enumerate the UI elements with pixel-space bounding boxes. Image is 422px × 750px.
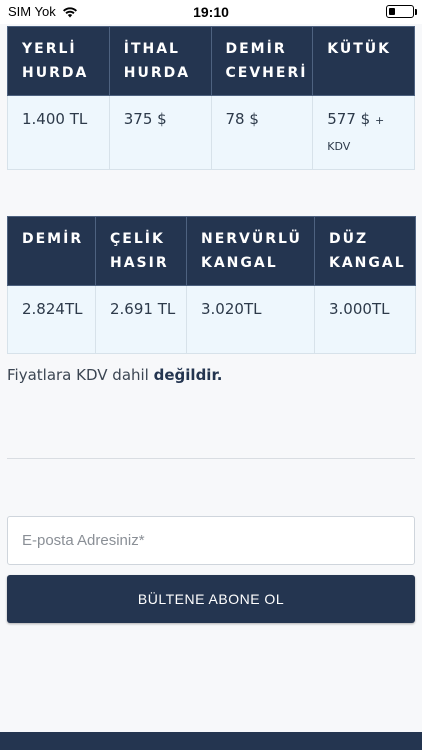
table-row: 1.400 TL 375 $ 78 $ 577 $ + KDV bbox=[7, 95, 415, 170]
column-header: KÜTÜK bbox=[312, 26, 415, 96]
footer-bar bbox=[0, 732, 422, 750]
status-bar: SIM Yok 19:10 bbox=[0, 0, 422, 24]
subscribe-button[interactable]: BÜLTENE ABONE OL bbox=[7, 575, 415, 623]
price-cell: 3.020TL bbox=[186, 285, 315, 354]
clock: 19:10 bbox=[193, 4, 229, 20]
price-cell-kutuk: 577 $ + KDV bbox=[312, 95, 415, 170]
email-input[interactable] bbox=[7, 516, 415, 565]
table-header-row: DEMİR ÇELİK HASIR NERVÜRLÜ KANGAL DÜZ KA… bbox=[7, 216, 416, 286]
column-header: İTHAL HURDA bbox=[108, 26, 212, 96]
column-header: DÜZ KANGAL bbox=[314, 216, 416, 286]
column-header: YERLİ HURDA bbox=[7, 26, 110, 96]
price-cell: 375 $ bbox=[108, 95, 212, 170]
price-cell: 3.000TL bbox=[314, 285, 416, 354]
price-cell: 2.691 TL bbox=[95, 285, 187, 354]
price-cell: 1.400 TL bbox=[7, 95, 110, 170]
divider bbox=[7, 458, 415, 459]
kdv-note-text: Fiyatlara KDV dahil bbox=[7, 366, 149, 384]
column-header: DEMİR bbox=[7, 216, 96, 286]
kutuk-price: 577 $ bbox=[327, 110, 371, 128]
table-header-row: YERLİ HURDA İTHAL HURDA DEMİR CEVHERİ KÜ… bbox=[7, 26, 415, 96]
column-header: DEMİR CEVHERİ bbox=[210, 26, 314, 96]
price-cell: 2.824TL bbox=[7, 285, 96, 354]
column-header: NERVÜRLÜ KANGAL bbox=[186, 216, 315, 286]
column-header: ÇELİK HASIR bbox=[95, 216, 187, 286]
scrap-price-table: YERLİ HURDA İTHAL HURDA DEMİR CEVHERİ KÜ… bbox=[7, 26, 415, 170]
steel-price-table: DEMİR ÇELİK HASIR NERVÜRLÜ KANGAL DÜZ KA… bbox=[7, 216, 416, 354]
price-cell: 78 $ bbox=[210, 95, 314, 170]
table-row: 2.824TL 2.691 TL 3.020TL 3.000TL bbox=[7, 285, 416, 354]
kdv-note: Fiyatlara KDV dahil değildir. bbox=[7, 366, 222, 384]
kdv-note-emphasis: değildir. bbox=[153, 366, 223, 384]
battery-icon bbox=[386, 5, 417, 18]
